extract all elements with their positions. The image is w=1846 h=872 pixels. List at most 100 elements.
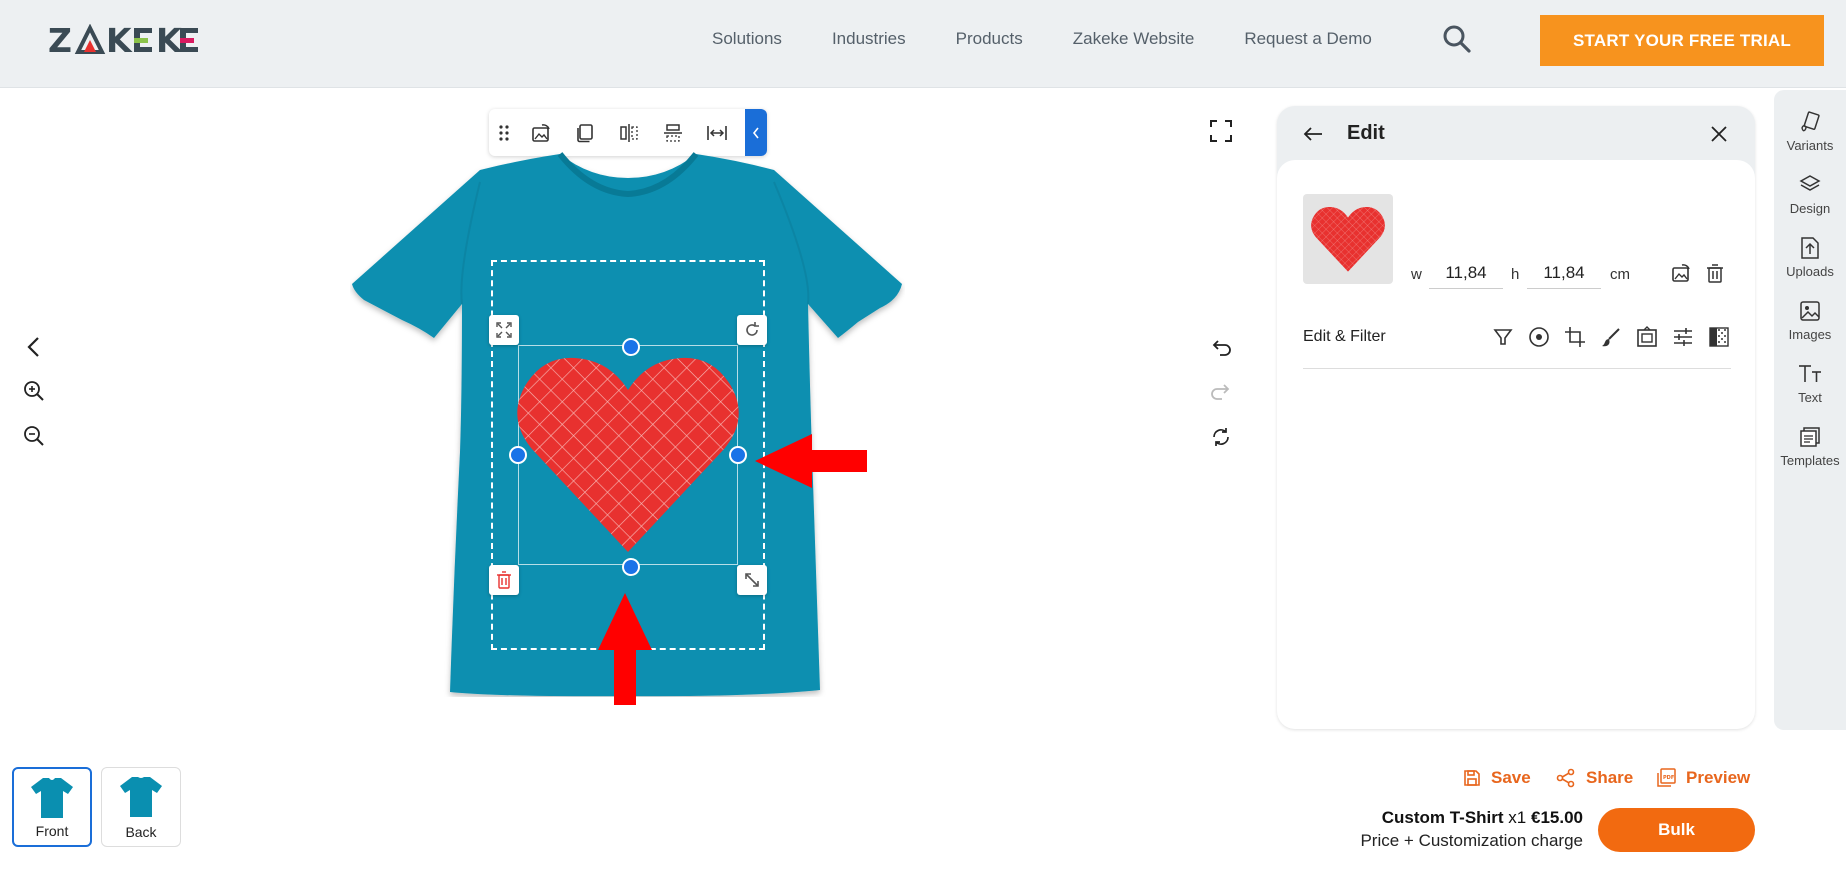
side-label: Back bbox=[125, 824, 157, 840]
sidebar-item-label: Images bbox=[1788, 327, 1832, 342]
nav-products[interactable]: Products bbox=[956, 28, 1023, 50]
share-label: Share bbox=[1586, 768, 1634, 787]
edit-filter-label: Edit & Filter bbox=[1303, 328, 1386, 345]
site-header: Z K K Solutions Industries Products Zake… bbox=[0, 0, 1846, 88]
heart-design-element[interactable] bbox=[517, 356, 739, 552]
width-label: w bbox=[1411, 266, 1422, 283]
sidebar-item-text[interactable]: Text bbox=[1774, 360, 1846, 405]
bulk-button[interactable]: Bulk bbox=[1598, 808, 1755, 852]
side-label: Front bbox=[35, 823, 69, 839]
tools-sidebar: Variants Design Uploads Images Text Temp… bbox=[1774, 90, 1846, 730]
product-summary: Custom T-Shirt x1 €15.00 bbox=[1382, 808, 1583, 828]
collapse-chevron-icon[interactable] bbox=[745, 109, 767, 156]
search-icon[interactable] bbox=[1442, 24, 1472, 54]
filter-toolbar bbox=[1485, 322, 1737, 352]
zoom-out-icon[interactable] bbox=[20, 422, 48, 450]
reset-icon[interactable] bbox=[1206, 422, 1236, 452]
fullscreen-icon[interactable] bbox=[1206, 116, 1236, 146]
save-icon bbox=[1464, 770, 1480, 786]
preview-pdf-icon: PDF bbox=[1657, 768, 1676, 787]
annotation-arrow-left bbox=[755, 434, 867, 488]
adjust-icon[interactable] bbox=[1665, 322, 1701, 352]
undo-icon[interactable] bbox=[1206, 333, 1236, 363]
product-name: Custom T-Shirt bbox=[1381, 808, 1504, 827]
sidebar-item-variants[interactable]: Variants bbox=[1774, 108, 1846, 153]
preview-label: Preview bbox=[1686, 768, 1751, 787]
element-thumbnail bbox=[1303, 194, 1393, 284]
filter-icon[interactable] bbox=[1485, 322, 1521, 352]
zoom-in-icon[interactable] bbox=[20, 377, 48, 405]
variants-icon bbox=[1774, 108, 1846, 136]
width-input[interactable] bbox=[1429, 257, 1503, 289]
drag-grip-icon[interactable] bbox=[489, 109, 519, 156]
layers-icon bbox=[1774, 171, 1846, 199]
gradient-icon[interactable] bbox=[1701, 322, 1737, 352]
save-label: Save bbox=[1491, 768, 1531, 787]
frame-icon[interactable] bbox=[1629, 322, 1665, 352]
share-icon bbox=[1556, 768, 1575, 788]
sidebar-item-templates[interactable]: Templates bbox=[1774, 423, 1846, 468]
edit-panel-body: w h cm Edit & Filter bbox=[1277, 160, 1755, 729]
crop-icon[interactable] bbox=[1557, 322, 1593, 352]
sidebar-item-images[interactable]: Images bbox=[1774, 297, 1846, 342]
side-thumbnail-front[interactable]: Front bbox=[12, 767, 92, 847]
duplicate-icon[interactable] bbox=[563, 109, 607, 156]
nav-industries[interactable]: Industries bbox=[832, 28, 906, 50]
nav-zakeke-website[interactable]: Zakeke Website bbox=[1073, 28, 1195, 50]
sidebar-item-design[interactable]: Design bbox=[1774, 171, 1846, 216]
edit-panel: Edit w h cm Edit & Filter bbox=[1277, 106, 1755, 729]
expand-icon[interactable] bbox=[489, 315, 519, 345]
circle-mask-icon[interactable] bbox=[1521, 322, 1557, 352]
sidebar-item-uploads[interactable]: Uploads bbox=[1774, 234, 1846, 279]
delete-element-icon[interactable] bbox=[489, 565, 519, 595]
chevron-left-icon[interactable] bbox=[20, 333, 48, 361]
logo-mark: Z K K bbox=[48, 24, 198, 56]
annotation-arrow-up bbox=[598, 593, 652, 705]
trash-icon[interactable] bbox=[1702, 260, 1728, 286]
svg-text:PDF: PDF bbox=[1663, 775, 1674, 781]
flip-vertical-icon[interactable] bbox=[651, 109, 695, 156]
save-button[interactable]: Save bbox=[1463, 768, 1531, 788]
stretch-width-icon[interactable] bbox=[695, 109, 739, 156]
side-thumbnail-back[interactable]: Back bbox=[101, 767, 181, 847]
share-button[interactable]: Share bbox=[1556, 768, 1633, 788]
height-input[interactable] bbox=[1527, 257, 1601, 289]
close-icon[interactable] bbox=[1707, 122, 1731, 146]
back-arrow-icon[interactable] bbox=[1301, 122, 1325, 146]
zakeke-logo[interactable]: Z K K bbox=[48, 24, 204, 56]
height-label: h bbox=[1511, 266, 1520, 283]
resize-handle-left[interactable] bbox=[509, 446, 527, 464]
replace-image-icon[interactable] bbox=[519, 109, 563, 156]
product-price: €15.00 bbox=[1531, 808, 1583, 827]
price-note: Price + Customization charge bbox=[1360, 831, 1583, 850]
svg-text:Z: Z bbox=[48, 24, 74, 56]
nav-request-demo[interactable]: Request a Demo bbox=[1244, 28, 1372, 50]
product-quantity: x1 bbox=[1508, 808, 1527, 827]
templates-icon bbox=[1774, 423, 1846, 451]
brush-icon[interactable] bbox=[1593, 322, 1629, 352]
upload-icon bbox=[1774, 234, 1846, 262]
image-icon bbox=[1774, 297, 1846, 325]
resize-handle-top[interactable] bbox=[622, 338, 640, 356]
tshirt-back-icon bbox=[120, 777, 162, 817]
unit-label: cm bbox=[1610, 266, 1630, 283]
sidebar-item-label: Text bbox=[1798, 390, 1822, 405]
main-nav: Solutions Industries Products Zakeke Web… bbox=[712, 28, 1422, 50]
replace-image-icon[interactable] bbox=[1668, 260, 1694, 286]
tshirt-front-icon bbox=[31, 778, 73, 818]
scale-diagonal-icon[interactable] bbox=[737, 565, 767, 595]
preview-button[interactable]: PDF Preview bbox=[1656, 768, 1750, 788]
redo-icon[interactable] bbox=[1206, 377, 1236, 407]
element-toolbar bbox=[489, 109, 767, 156]
sidebar-item-label: Templates bbox=[1780, 453, 1840, 468]
resize-handle-right[interactable] bbox=[729, 446, 747, 464]
panel-divider bbox=[1303, 368, 1731, 369]
start-free-trial-button[interactable]: START YOUR FREE TRIAL bbox=[1540, 15, 1824, 66]
resize-handle-bottom[interactable] bbox=[622, 558, 640, 576]
rotate-icon[interactable] bbox=[737, 315, 767, 345]
svg-text:K: K bbox=[156, 24, 183, 56]
flip-horizontal-icon[interactable] bbox=[607, 109, 651, 156]
nav-solutions[interactable]: Solutions bbox=[712, 28, 782, 50]
sidebar-item-label: Variants bbox=[1786, 138, 1834, 153]
text-icon bbox=[1774, 360, 1846, 388]
